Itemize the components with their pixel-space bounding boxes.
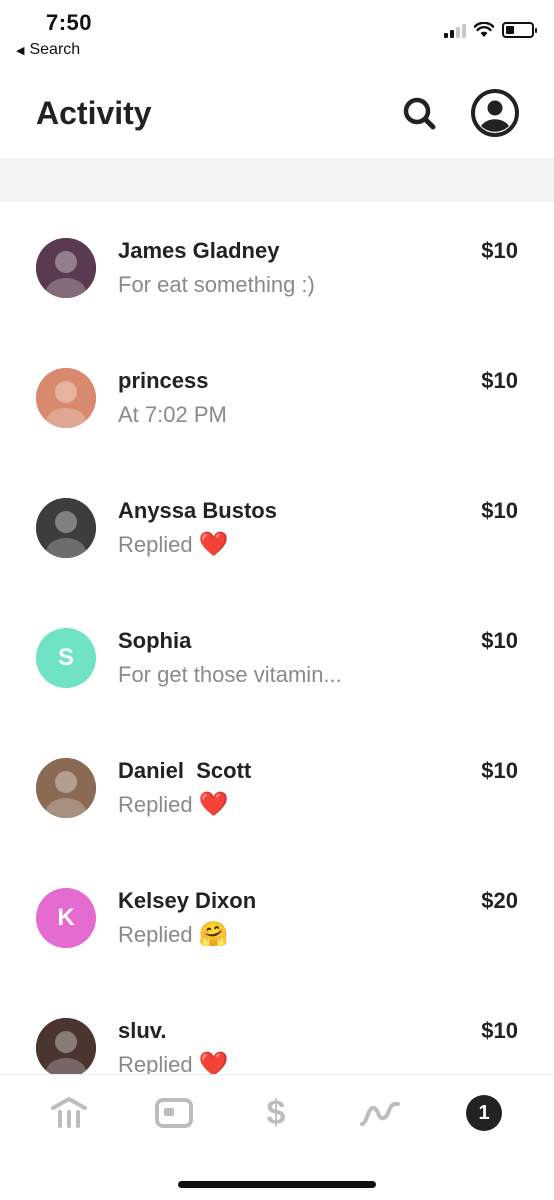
avatar: K <box>36 888 96 948</box>
header: Activity <box>0 80 554 150</box>
payment-note: Replied ❤️ <box>118 532 229 558</box>
nav-investing-button[interactable] <box>358 1091 402 1135</box>
sender-name: princess <box>118 368 209 393</box>
payment-amount: $10 <box>481 628 518 653</box>
avatar-photo <box>36 498 96 558</box>
sender-name: Kelsey Dixon <box>118 888 257 913</box>
avatar-photo <box>36 758 96 818</box>
payment-note-text: At 7:02 PM <box>118 402 227 427</box>
payment-note: Replied 🤗 <box>118 922 229 948</box>
avatar <box>36 498 96 558</box>
reaction-emoji-icon: ❤️ <box>198 531 229 558</box>
home-indicator <box>178 1181 376 1188</box>
payment-note: Replied ❤️ <box>118 1052 229 1074</box>
sender-name: Daniel Scott <box>118 758 252 783</box>
status-icons <box>444 22 537 38</box>
reaction-emoji-icon: ❤️ <box>198 791 229 818</box>
avatar <box>36 758 96 818</box>
profile-icon <box>471 89 519 137</box>
payment-note: At 7:02 PM <box>118 402 227 428</box>
bank-icon <box>51 1097 87 1128</box>
sender-name: James Gladney <box>118 238 280 263</box>
payment-note-text: Replied <box>118 792 193 817</box>
status-bar: 7:50 ◀ Search <box>0 0 554 70</box>
payment-note-text: Replied <box>118 532 193 557</box>
avatar-photo <box>36 238 96 298</box>
avatar-photo <box>36 368 96 428</box>
bottom-nav: $ 1 <box>0 1074 554 1200</box>
activity-badge-icon: 1 <box>466 1095 502 1131</box>
payment-amount: $10 <box>481 1018 518 1043</box>
nav-pay-button[interactable]: $ <box>254 1091 298 1135</box>
sender-name: Sophia <box>118 628 192 653</box>
payment-note-text: For get those vitamin... <box>118 662 342 687</box>
nav-card-button[interactable] <box>152 1091 196 1135</box>
avatar: S <box>36 628 96 688</box>
avatar-photo <box>36 1018 96 1074</box>
investing-icon <box>360 1101 400 1126</box>
status-time: 7:50 <box>46 10 93 35</box>
page-title: Activity <box>36 95 152 131</box>
payment-note-text: Replied <box>118 922 193 947</box>
activity-list: James Gladney For eat something :) $10 prin… <box>0 202 554 1074</box>
payment-note-text: For eat something :) <box>118 272 315 297</box>
payment-note: For eat something :) <box>118 272 315 298</box>
payment-amount: $10 <box>481 498 518 523</box>
wifi-icon <box>474 22 494 37</box>
battery-level <box>506 26 514 34</box>
avatar <box>36 368 96 428</box>
search-icon <box>403 97 436 130</box>
battery-icon <box>502 22 537 38</box>
back-label: Search <box>29 41 81 58</box>
profile-button[interactable] <box>470 88 520 138</box>
section-divider <box>0 158 554 202</box>
payment-amount: $10 <box>481 368 518 393</box>
cellular-signal-icon <box>444 22 466 38</box>
nav-banking-button[interactable] <box>47 1091 91 1135</box>
back-to-search-link[interactable]: ◀ Search <box>16 41 80 59</box>
activity-row[interactable]: princess At 7:02 PM $10 <box>0 332 554 462</box>
payment-amount: $10 <box>481 238 518 263</box>
payment-note: For get those vitamin... <box>118 662 342 688</box>
activity-row[interactable]: Daniel Scott Replied ❤️ $10 <box>0 722 554 852</box>
activity-row[interactable]: S Sophia For get those vitamin... $10 <box>0 592 554 722</box>
payment-amount: $10 <box>481 758 518 783</box>
back-caret-icon: ◀ <box>16 44 25 57</box>
activity-row[interactable]: K Kelsey Dixon Replied 🤗 $20 <box>0 852 554 982</box>
avatar <box>36 1018 96 1074</box>
payment-amount: $20 <box>481 888 518 913</box>
dollar-icon: $ <box>266 1093 286 1132</box>
activity-row[interactable]: sluv. Replied ❤️ $10 <box>0 982 554 1074</box>
reaction-emoji-icon: ❤️ <box>198 1051 229 1075</box>
nav-activity-button[interactable]: 1 <box>462 1091 506 1135</box>
activity-row[interactable]: James Gladney For eat something :) $10 <box>0 202 554 332</box>
reaction-emoji-icon: 🤗 <box>198 921 229 948</box>
search-button[interactable] <box>400 94 440 134</box>
activity-row[interactable]: Anyssa Bustos Replied ❤️ $10 <box>0 462 554 592</box>
sender-name: Anyssa Bustos <box>118 498 277 523</box>
payment-note: Replied ❤️ <box>118 792 229 818</box>
card-icon <box>155 1098 193 1128</box>
payment-note-text: Replied <box>118 1052 193 1074</box>
avatar <box>36 238 96 298</box>
sender-name: sluv. <box>118 1018 167 1043</box>
